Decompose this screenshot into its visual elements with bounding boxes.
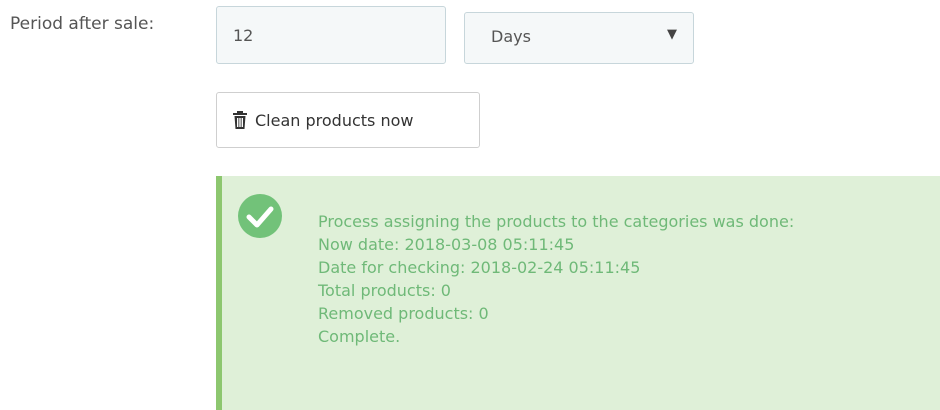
alert-line: Removed products: 0 — [318, 304, 489, 323]
trash-icon — [233, 111, 247, 129]
alert-line: Date for checking: 2018-02-24 05:11:45 — [318, 258, 641, 277]
caret-down-icon: ▼ — [667, 27, 677, 42]
unit-select-value: Days — [491, 27, 531, 46]
period-label: Period after sale: — [10, 14, 155, 34]
alert-line: Process assigning the products to the ca… — [318, 212, 795, 231]
unit-select[interactable]: Days ▼ — [464, 12, 694, 64]
check-circle-icon — [238, 194, 282, 238]
success-alert: Process assigning the products to the ca… — [216, 176, 940, 410]
clean-products-label: Clean products now — [255, 110, 414, 130]
clean-products-button[interactable]: Clean products now — [216, 92, 480, 148]
alert-line: Total products: 0 — [318, 281, 451, 300]
period-row: Period after sale: Days ▼ — [0, 6, 940, 66]
alert-line: Complete. — [318, 327, 401, 346]
alert-message: Process assigning the products to the ca… — [318, 210, 794, 348]
period-input[interactable] — [216, 6, 446, 64]
alert-line: Now date: 2018-03-08 05:11:45 — [318, 235, 575, 254]
